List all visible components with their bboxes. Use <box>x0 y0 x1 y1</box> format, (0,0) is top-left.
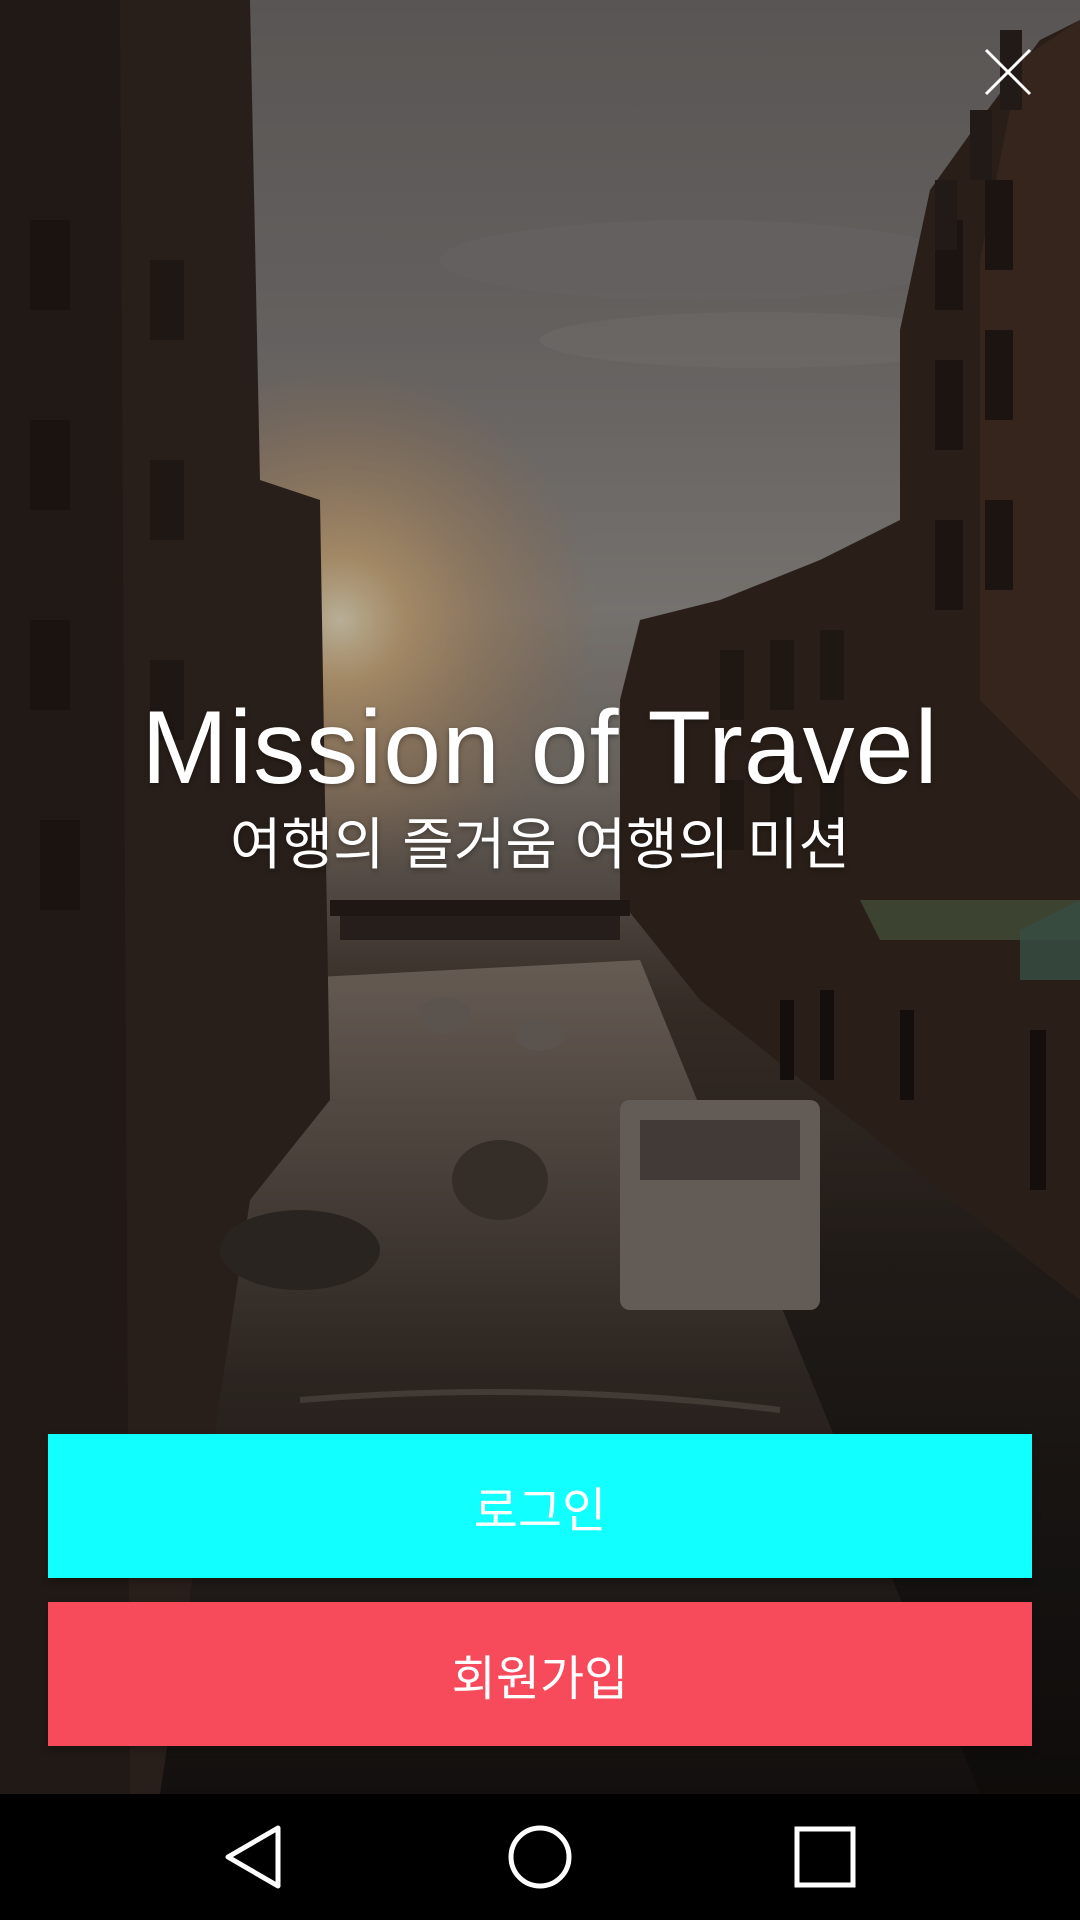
login-button-label: 로그인 <box>473 1483 607 1539</box>
signup-button[interactable]: 회원가입 <box>48 1602 1032 1746</box>
app-title: Mission of Travel <box>141 690 939 806</box>
recent-apps-icon <box>794 1826 856 1888</box>
hero-text: Mission of Travel 여행의 즐거움 여행의 미션 <box>0 690 1080 882</box>
back-button[interactable] <box>220 1822 290 1892</box>
splash-screen: Mission of Travel 여행의 즐거움 여행의 미션 로그인 회원가… <box>0 0 1080 1920</box>
close-button[interactable] <box>976 40 1040 104</box>
app-subtitle: 여행의 즐거움 여행의 미션 <box>229 813 851 878</box>
back-icon <box>225 1825 281 1889</box>
system-navigation-bar <box>0 1794 1080 1920</box>
signup-button-label: 회원가입 <box>451 1651 629 1707</box>
close-icon <box>984 48 1032 96</box>
home-button[interactable] <box>505 1822 575 1892</box>
recent-apps-button[interactable] <box>790 1822 860 1892</box>
home-icon <box>508 1825 572 1889</box>
login-button[interactable]: 로그인 <box>48 1434 1032 1578</box>
